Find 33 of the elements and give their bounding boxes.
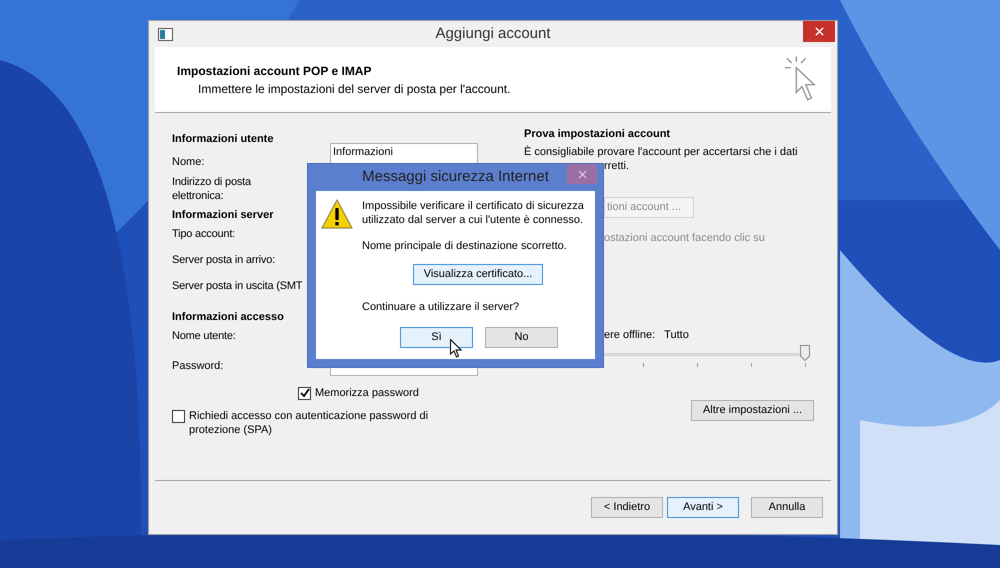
dialog-message: Impossibile verificare il certificato di sicurezza utilizzato dal server a cui l'utente è connesso. bbox=[362, 199, 585, 227]
more-settings-button[interactable]: Altre impostazioni ... bbox=[691, 400, 814, 421]
wizard-button[interactable]: < Indietro bbox=[591, 497, 663, 518]
field-label: Nome: bbox=[172, 155, 206, 170]
description-text: È consigliabile provare l'account per accertarsi che i dati bbox=[524, 145, 798, 159]
wizard-button[interactable]: Annulla bbox=[751, 497, 823, 518]
dialog-detail: Nome principale di destinazione scorretto. bbox=[362, 239, 568, 254]
field-label: Password: bbox=[172, 359, 224, 374]
field-label: Tipo account: bbox=[172, 227, 236, 241]
field-label: Server posta in arrivo: bbox=[172, 253, 275, 267]
section-heading: Informazioni utente bbox=[172, 132, 274, 147]
hint-text: ostazioni account facendo clic su bbox=[604, 231, 765, 246]
field-label: Server posta in uscita (SMT bbox=[172, 279, 302, 293]
input-field[interactable]: Informazioni bbox=[330, 143, 478, 164]
dialog-button[interactable]: Sì bbox=[400, 327, 473, 348]
description-text: rretti. bbox=[604, 159, 630, 173]
field-label: Indirizzo di posta elettronica: bbox=[172, 175, 252, 203]
view-certificate-button[interactable]: Visualizza certificato... bbox=[413, 264, 543, 284]
header-title: Impostazioni account POP e IMAP bbox=[177, 63, 372, 80]
dialog-question: Continuare a utilizzare il server? bbox=[362, 300, 520, 314]
wizard-button[interactable]: Avanti > bbox=[667, 497, 739, 518]
section-heading: Informazioni accesso bbox=[172, 310, 284, 325]
field-label: Nome utente: bbox=[172, 329, 236, 343]
header-subtitle: Immettere le impostazioni del server di posta per l'account. bbox=[197, 81, 512, 98]
section-heading: Prova impostazioni account bbox=[524, 126, 670, 142]
checkbox-label: Richiedi accesso con autenticazione password di protezione (SPA) bbox=[189, 409, 430, 437]
section-heading: Informazioni server bbox=[172, 208, 274, 223]
offline-label: ere offline: bbox=[604, 328, 656, 342]
window-title: Aggiungi account bbox=[435, 24, 551, 44]
dialog-button[interactable]: No bbox=[485, 327, 558, 348]
dialog-title: Messaggi sicurezza Internet bbox=[362, 167, 549, 188]
offline-value: Tutto bbox=[664, 328, 689, 342]
checkbox-label: Memorizza password bbox=[315, 386, 419, 401]
